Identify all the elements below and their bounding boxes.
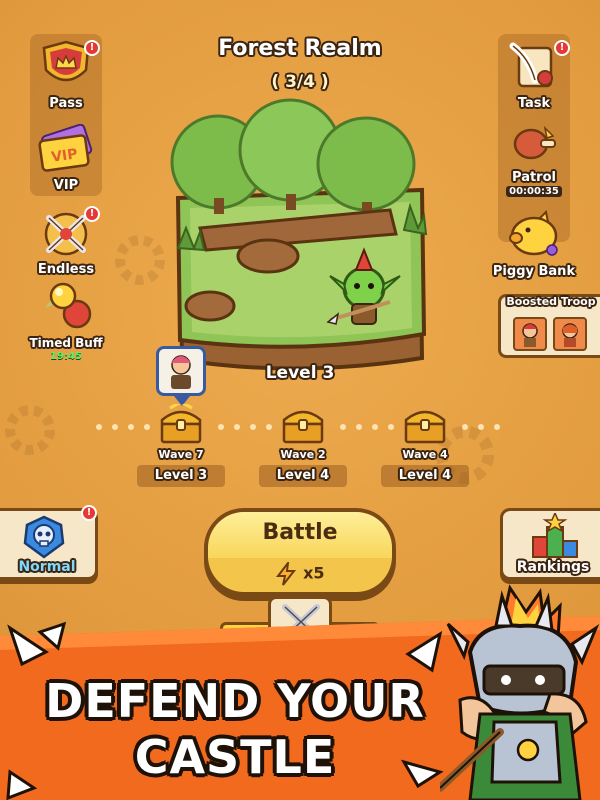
forest-island-illustration[interactable] xyxy=(160,98,440,378)
pass-button[interactable]: ! Pass xyxy=(26,40,106,111)
treasure-chest-icon xyxy=(282,410,324,444)
boosted-troop-slot[interactable] xyxy=(513,317,547,351)
track-dot xyxy=(112,424,118,430)
boosted-troop-label: Boosted Troop xyxy=(506,295,596,308)
track-dot xyxy=(128,424,134,430)
wave-level-label: Level 3 xyxy=(137,465,225,487)
potion-icon xyxy=(45,282,92,329)
wave-label: Wave 4 xyxy=(402,448,448,461)
boosted-troop-slot[interactable] xyxy=(553,317,587,351)
patrol-button[interactable]: Patrol 00:00:35 xyxy=(494,122,574,197)
skull-icon xyxy=(23,515,65,559)
hero-portrait-icon xyxy=(171,355,191,389)
troop-warrior-icon xyxy=(522,323,538,347)
endless-label: Endless xyxy=(37,262,95,277)
game-screen: ! Pass VIP VIP ! Endless Timed Buff 19:4… xyxy=(0,0,600,800)
promo-headline-line2: CASTLE xyxy=(134,730,336,784)
realm-progress: ( 3/4 ) xyxy=(271,72,329,92)
piggy-bank-icon xyxy=(509,209,558,256)
notification-badge: ! xyxy=(84,206,100,222)
notification-badge: ! xyxy=(84,40,100,56)
lightning-icon xyxy=(276,559,297,586)
battle-cost: x5 xyxy=(208,559,392,586)
patrol-timer: 00:00:35 xyxy=(506,186,562,197)
piggy-bank-button[interactable]: Piggy Bank xyxy=(484,209,584,279)
track-dot xyxy=(356,424,362,430)
patrol-meat-icon xyxy=(513,125,556,160)
treasure-chest-icon xyxy=(404,410,446,444)
normal-mode-button[interactable]: ! Normal xyxy=(0,505,98,580)
piggy-bank-label: Piggy Bank xyxy=(492,264,576,279)
wave-level-label: Level 4 xyxy=(259,465,347,487)
endless-button[interactable]: ! Endless xyxy=(26,206,106,277)
wave-reward-chest[interactable]: Wave 7 Level 3 xyxy=(136,400,226,487)
knight-mascot-illustration xyxy=(440,584,600,800)
pass-label: Pass xyxy=(49,96,83,111)
troop-archer-icon xyxy=(562,323,578,347)
notification-badge: ! xyxy=(81,505,97,521)
vip-ticket-icon: VIP xyxy=(38,123,93,172)
track-dot xyxy=(372,424,378,430)
timed-buff-label: Timed Buff xyxy=(29,336,103,350)
hero-avatar[interactable] xyxy=(156,346,206,396)
current-level-label: Level 3 xyxy=(265,363,335,383)
task-label: Task xyxy=(517,96,551,111)
track-dot xyxy=(494,424,500,430)
task-button[interactable]: ! Task xyxy=(494,40,574,111)
notification-badge: ! xyxy=(554,40,570,56)
background-gear-icon xyxy=(5,405,55,455)
podium-star-icon xyxy=(532,513,578,558)
rankings-button[interactable]: Rankings xyxy=(500,508,600,580)
timed-buff-timer: 19:45 xyxy=(50,351,82,362)
normal-mode-label: Normal xyxy=(18,559,76,575)
battle-button[interactable]: Battle x5 xyxy=(204,508,396,596)
promo-headline-line1: DEFEND YOUR xyxy=(45,674,425,728)
track-dot xyxy=(234,424,240,430)
track-dot xyxy=(250,424,256,430)
wave-level-label: Level 4 xyxy=(381,465,469,487)
patrol-label: Patrol xyxy=(512,170,556,185)
wave-reward-chest[interactable]: Wave 4 Level 4 xyxy=(380,404,470,487)
vip-button[interactable]: VIP VIP xyxy=(26,123,106,193)
realm-title: Forest Realm xyxy=(218,36,382,61)
vip-label: VIP xyxy=(53,178,79,193)
track-dot xyxy=(478,424,484,430)
battle-cost-value: x5 xyxy=(303,563,325,583)
timed-buff-button[interactable]: Timed Buff 19:45 xyxy=(22,278,110,362)
battle-label: Battle xyxy=(262,520,338,545)
treasure-chest-icon xyxy=(160,400,202,444)
wave-label: Wave 2 xyxy=(280,448,326,461)
rankings-label: Rankings xyxy=(516,559,590,575)
wave-label: Wave 7 xyxy=(158,448,204,461)
boosted-troop-panel[interactable]: Boosted Troop xyxy=(498,294,600,358)
track-dot xyxy=(96,424,102,430)
wave-reward-chest[interactable]: Wave 2 Level 4 xyxy=(258,404,348,487)
